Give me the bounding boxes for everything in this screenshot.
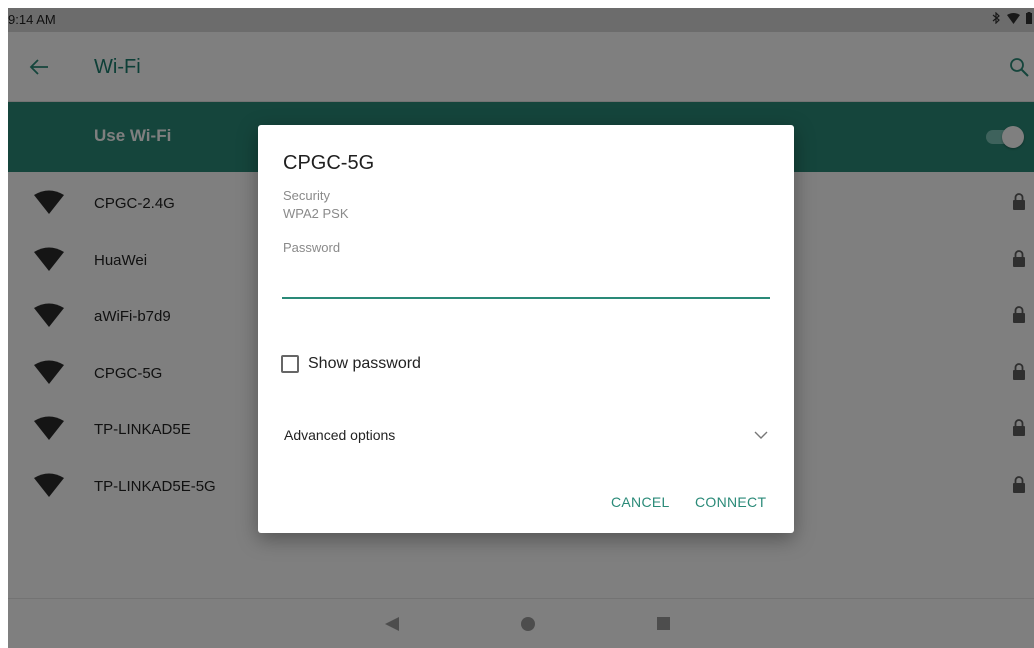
connect-button[interactable]: CONNECT — [695, 494, 766, 510]
password-label: Password — [283, 240, 341, 255]
checkbox-box[interactable] — [281, 355, 299, 373]
chevron-down-icon[interactable] — [754, 430, 768, 440]
device-screen: 9:14 AM Wi-Fi Use Wi-Fi CPGC-2.4G — [8, 8, 1034, 648]
show-password-checkbox[interactable]: Show password — [281, 355, 421, 373]
cancel-button[interactable]: CANCEL — [611, 494, 670, 510]
password-field[interactable] — [282, 267, 770, 299]
advanced-options-label: Advanced options — [284, 427, 396, 443]
wifi-connect-dialog: CPGC-5G Security WPA2 PSK Password Show … — [258, 125, 794, 533]
advanced-options-row[interactable]: Advanced options — [258, 417, 794, 453]
security-label: Security — [283, 188, 330, 203]
dialog-title: CPGC-5G — [283, 152, 375, 174]
show-password-label: Show password — [308, 355, 421, 372]
security-value: WPA2 PSK — [283, 206, 349, 221]
